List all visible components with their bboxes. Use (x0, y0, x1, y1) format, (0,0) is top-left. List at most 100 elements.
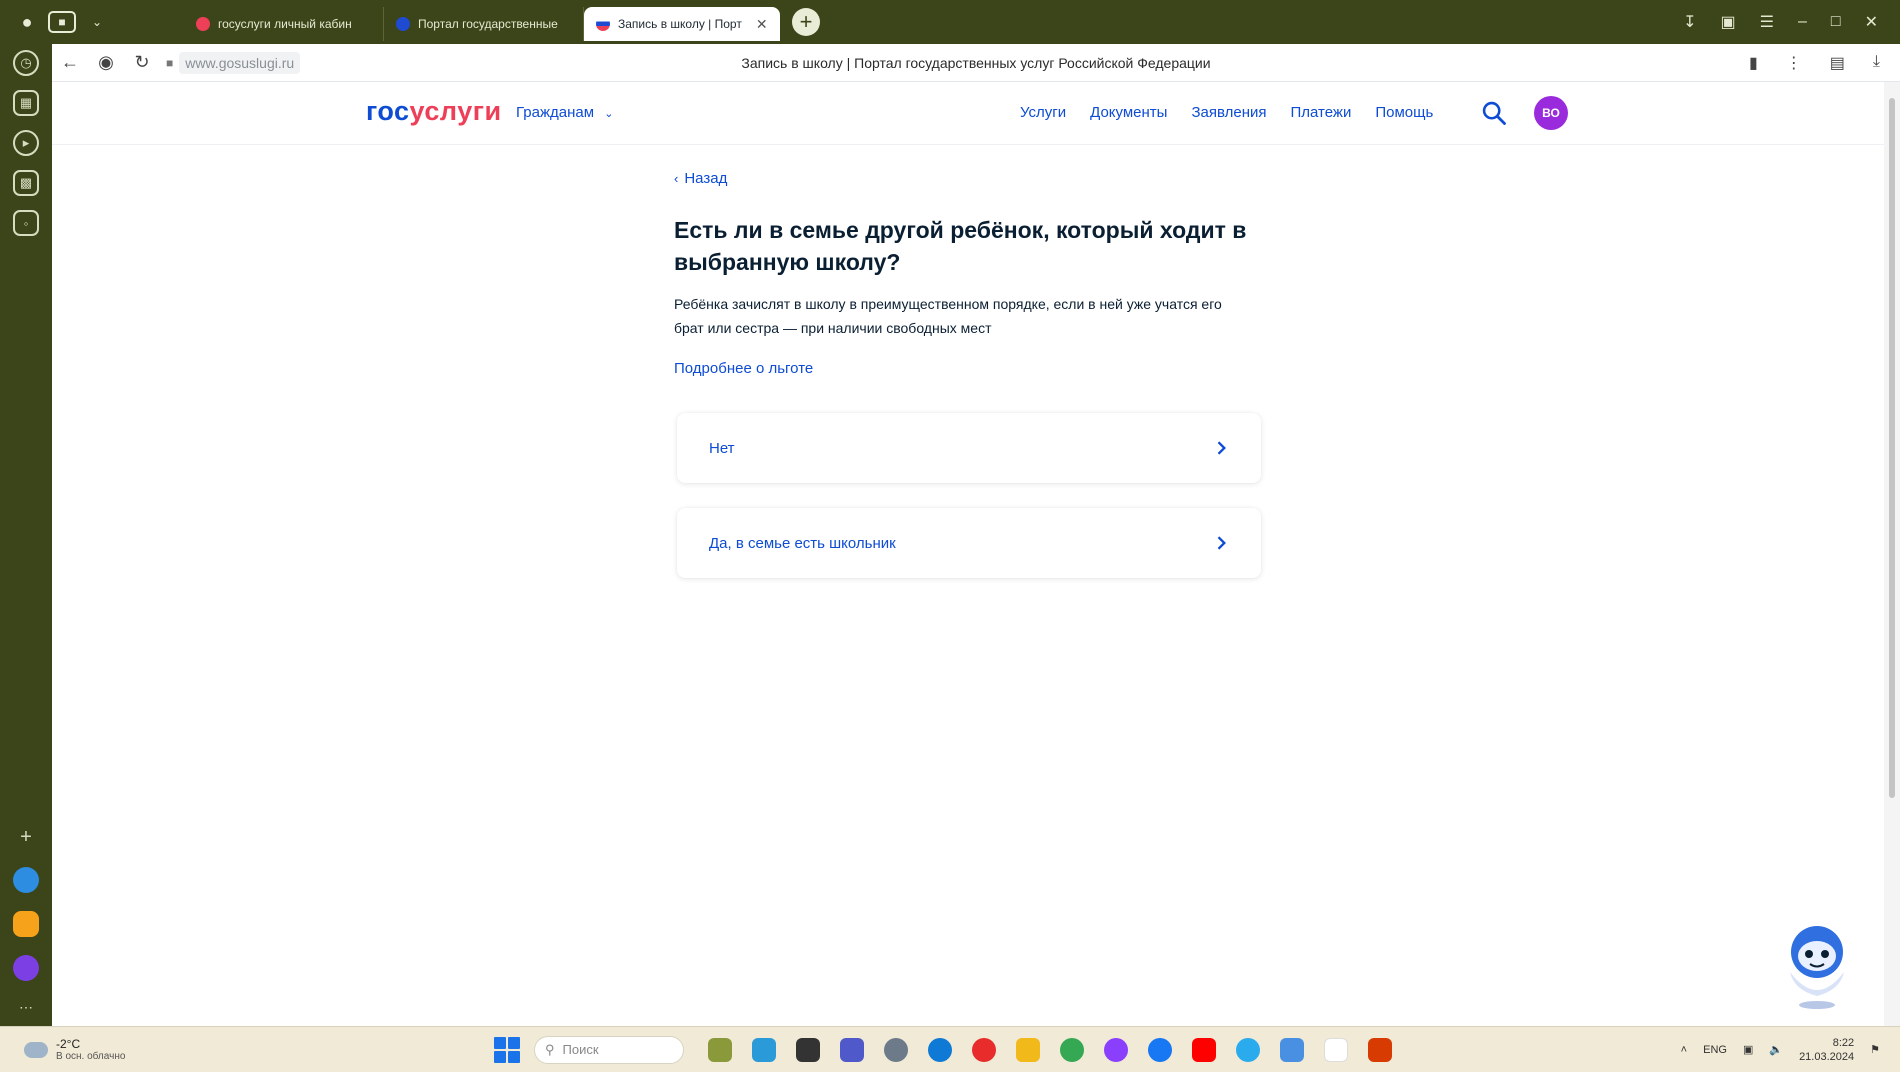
new-tab-button[interactable]: + (792, 8, 820, 36)
widgets-app-icon[interactable] (708, 1037, 732, 1062)
benefit-details-link[interactable]: Подробнее о льготе (674, 360, 813, 377)
tab-label: госуслуги личный кабин (218, 17, 352, 31)
yandex-browser-app-icon[interactable] (1324, 1037, 1348, 1062)
alice-icon[interactable] (13, 955, 39, 981)
chevron-right-icon (1217, 441, 1226, 455)
browser-tab-bar: ● ■ ⌄ госуслуги личный кабин Портал госу… (0, 0, 1900, 44)
close-window-button[interactable]: ✕ (1865, 12, 1878, 32)
url-field[interactable]: www.gosuslugi.ru (179, 51, 301, 74)
tab-label: Портал государственные (418, 17, 558, 31)
telegram-app-icon[interactable] (1236, 1037, 1260, 1062)
powerpoint-app-icon[interactable] (1368, 1037, 1392, 1062)
cloud-icon (24, 1041, 48, 1058)
network-icon[interactable]: ▣ (1743, 1043, 1753, 1056)
tabs-overview-icon[interactable]: ■ (48, 11, 76, 33)
reload-icon[interactable]: ↻ (124, 52, 160, 73)
back-label: Назад (684, 170, 728, 187)
menu-icon[interactable]: ☰ (1760, 12, 1774, 32)
close-tab-icon[interactable]: ✕ (756, 16, 768, 33)
start-button[interactable] (494, 1036, 520, 1063)
mail-icon[interactable] (13, 911, 39, 937)
citizens-menu[interactable]: Гражданам ⌄ (516, 104, 613, 121)
nav-services[interactable]: Услуги (1020, 104, 1066, 121)
play-icon[interactable]: ▸ (13, 130, 39, 156)
system-tray: ˄ ENG ▣ 🔈 8:22 21.03.2024 ⚑ (1681, 1036, 1900, 1064)
option-label: Нет (709, 439, 735, 457)
chevron-down-icon[interactable]: ⌄ (84, 9, 110, 35)
clock-date: 21.03.2024 (1799, 1050, 1855, 1063)
weather-widget[interactable]: -2°C В осн. облачно (24, 1037, 494, 1062)
page-content: госуслуги Гражданам ⌄ Услуги Документы З… (52, 82, 1884, 1026)
history-icon[interactable]: ◷ (13, 50, 39, 76)
question-description: Ребёнка зачислят в школу в преимуществен… (674, 296, 1222, 336)
alice-app-icon[interactable] (1104, 1037, 1128, 1062)
maximize-button[interactable]: □ (1831, 13, 1841, 31)
profile-icon[interactable]: ● (14, 9, 40, 35)
page-scrollbar[interactable] (1884, 82, 1900, 1026)
back-link[interactable]: ‹ Назад (674, 170, 727, 187)
collections-icon[interactable]: ▣ (1721, 12, 1736, 32)
youtube-app-icon[interactable] (1192, 1037, 1216, 1062)
browser-sidebar: ◷ ▦ ▸ ▩ ◦ + ⋯ (0, 44, 52, 1026)
yandex-app-icon[interactable] (972, 1037, 996, 1062)
downloads-icon[interactable]: ⤓ (1873, 53, 1880, 73)
page-title-bar: Запись в школу | Портал государственных … (741, 54, 1211, 71)
folder-app-icon[interactable] (1016, 1037, 1040, 1062)
gosuslugi-favicon-icon (196, 17, 210, 31)
clock[interactable]: 8:22 21.03.2024 (1799, 1036, 1854, 1064)
robot-assistant-icon[interactable] (1772, 912, 1862, 1012)
tab-2[interactable]: Портал государственные (384, 7, 584, 41)
language-indicator[interactable]: ENG (1703, 1044, 1727, 1056)
option-label: Да, в семье есть школьник (709, 534, 896, 552)
app-icon[interactable] (1280, 1037, 1304, 1062)
nav-documents[interactable]: Документы (1090, 104, 1167, 121)
add-icon[interactable]: + (20, 826, 32, 849)
clock-time: 8:22 (1832, 1036, 1855, 1049)
weather-text: В осн. облачно (56, 1051, 126, 1062)
logo-part-2: услуги (409, 96, 502, 126)
nav-help[interactable]: Помощь (1375, 104, 1433, 121)
chevron-down-icon: ⌄ (604, 108, 614, 120)
more-icon[interactable]: ⋯ (19, 999, 33, 1016)
kebab-menu-icon[interactable]: ⋮ (1786, 53, 1802, 73)
citizens-menu-label: Гражданам (516, 104, 595, 121)
notification-icon[interactable]: ⚑ (1870, 1043, 1880, 1056)
avatar[interactable]: ВО (1534, 96, 1568, 130)
teams-app-icon[interactable] (840, 1037, 864, 1062)
download-icon[interactable]: ↧ (1683, 12, 1696, 32)
chrome-app-icon[interactable] (1060, 1037, 1084, 1062)
nav-applications[interactable]: Заявления (1191, 104, 1266, 121)
taskbar-apps (708, 1037, 1392, 1062)
protect-icon[interactable]: ◉ (88, 52, 124, 73)
notes-icon[interactable]: ▩ (13, 170, 39, 196)
app-icon[interactable] (13, 867, 39, 893)
nav-payments[interactable]: Платежи (1291, 104, 1352, 121)
option-yes-has-schoolchild[interactable]: Да, в семье есть школьник (677, 508, 1261, 578)
lock-icon[interactable]: ■ (166, 56, 173, 70)
edge-app-icon[interactable] (928, 1037, 952, 1062)
tab-3-active[interactable]: Запись в школу | Порт ✕ (584, 7, 780, 41)
tab-1[interactable]: госуслуги личный кабин (184, 7, 384, 41)
taskbar-search[interactable]: ⚲ Поиск (534, 1035, 684, 1064)
screenshot-icon[interactable]: ◦ (13, 210, 39, 236)
option-no[interactable]: Нет (677, 413, 1261, 483)
c-app-icon[interactable] (884, 1037, 908, 1062)
reader-icon[interactable]: ▤ (1830, 53, 1845, 73)
store-app-icon[interactable] (752, 1037, 776, 1062)
scroll-thumb[interactable] (1889, 98, 1895, 798)
window-controls: ↧ ▣ ☰ – □ ✕ (1683, 12, 1900, 32)
chevron-right-icon (1217, 536, 1226, 550)
search-icon[interactable] (1480, 99, 1508, 127)
facebook-app-icon[interactable] (1148, 1037, 1172, 1062)
minimize-button[interactable]: – (1798, 13, 1807, 31)
back-arrow-icon[interactable]: ← (52, 52, 88, 73)
chevron-up-icon[interactable]: ˄ (1681, 1044, 1687, 1056)
bookmarks-icon[interactable]: ▦ (13, 90, 39, 116)
sidebar-apps: + ⋯ (13, 826, 39, 1016)
bookmark-icon[interactable]: ▮ (1749, 53, 1758, 73)
gosuslugi-logo[interactable]: госуслуги (366, 96, 502, 127)
volume-icon[interactable]: 🔈 (1769, 1043, 1783, 1056)
os-taskbar: -2°C В осн. облачно ⚲ Поиск ˄ ENG ▣ 🔈 8:… (0, 1026, 1900, 1072)
main-nav: Услуги Документы Заявления Платежи Помощ… (1020, 104, 1433, 121)
explorer-app-icon[interactable] (796, 1037, 820, 1062)
